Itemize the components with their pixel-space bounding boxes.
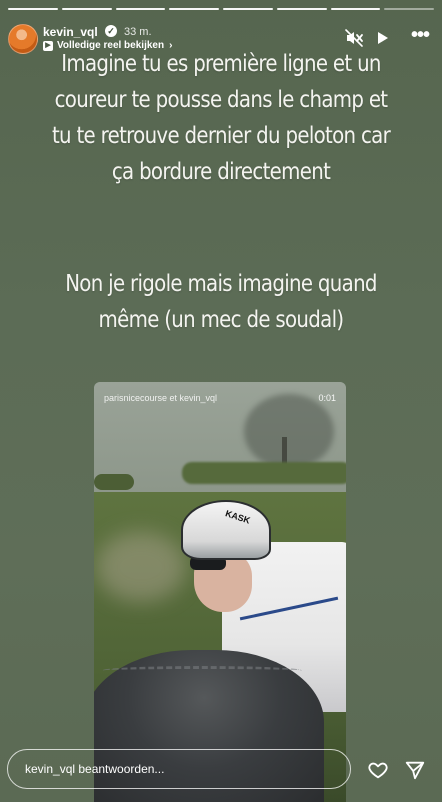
reel-caption: parisnicecourse et kevin_vql [104,393,218,403]
tire-tread [102,666,302,675]
lens-blur-spot [96,532,186,602]
username[interactable]: kevin_vql [43,25,98,39]
avatar[interactable] [8,24,38,54]
story-background: kevin_vql ✓ 33 m. ▶ Volledige reel bekij… [0,0,442,802]
tree-shape [244,394,334,469]
progress-segment [384,8,434,10]
mute-button[interactable] [344,28,364,48]
more-options-button[interactable]: ••• [410,25,430,48]
embedded-reel[interactable]: KASK parisnicecourse et kevin_vql 0:01 [94,382,346,802]
bush-shape [94,474,134,490]
story-progress-bar [8,8,434,10]
play-icon [378,32,388,44]
progress-segment [61,8,112,10]
more-dots-icon: ••• [410,24,430,46]
helmet-logo: KASK [224,508,252,526]
progress-segment [8,8,58,10]
progress-segment [276,8,327,10]
like-button[interactable] [367,759,389,781]
reply-input[interactable]: kevin_vql beantwoorden... [7,749,351,789]
muted-speaker-icon [345,29,363,47]
post-time: 33 m. [124,26,152,38]
paper-plane-icon [405,761,425,780]
reel-timestamp: 0:01 [318,393,336,403]
story-text-secondary: Non je rigole mais imagine quand même (u… [65,271,377,333]
story-text-primary: Imagine tu es première ligne et un coure… [51,51,391,185]
cyclist-helmet: KASK [181,500,271,560]
progress-segment [115,8,166,10]
verified-badge-icon: ✓ [105,25,117,37]
progress-segment [223,8,273,10]
play-button[interactable] [372,28,392,48]
story-footer: kevin_vql beantwoorden... [0,745,442,795]
progress-segment [330,8,381,10]
share-button[interactable] [404,759,426,781]
hedge-shape [182,462,346,484]
progress-segment [169,8,219,10]
heart-icon [368,762,388,779]
